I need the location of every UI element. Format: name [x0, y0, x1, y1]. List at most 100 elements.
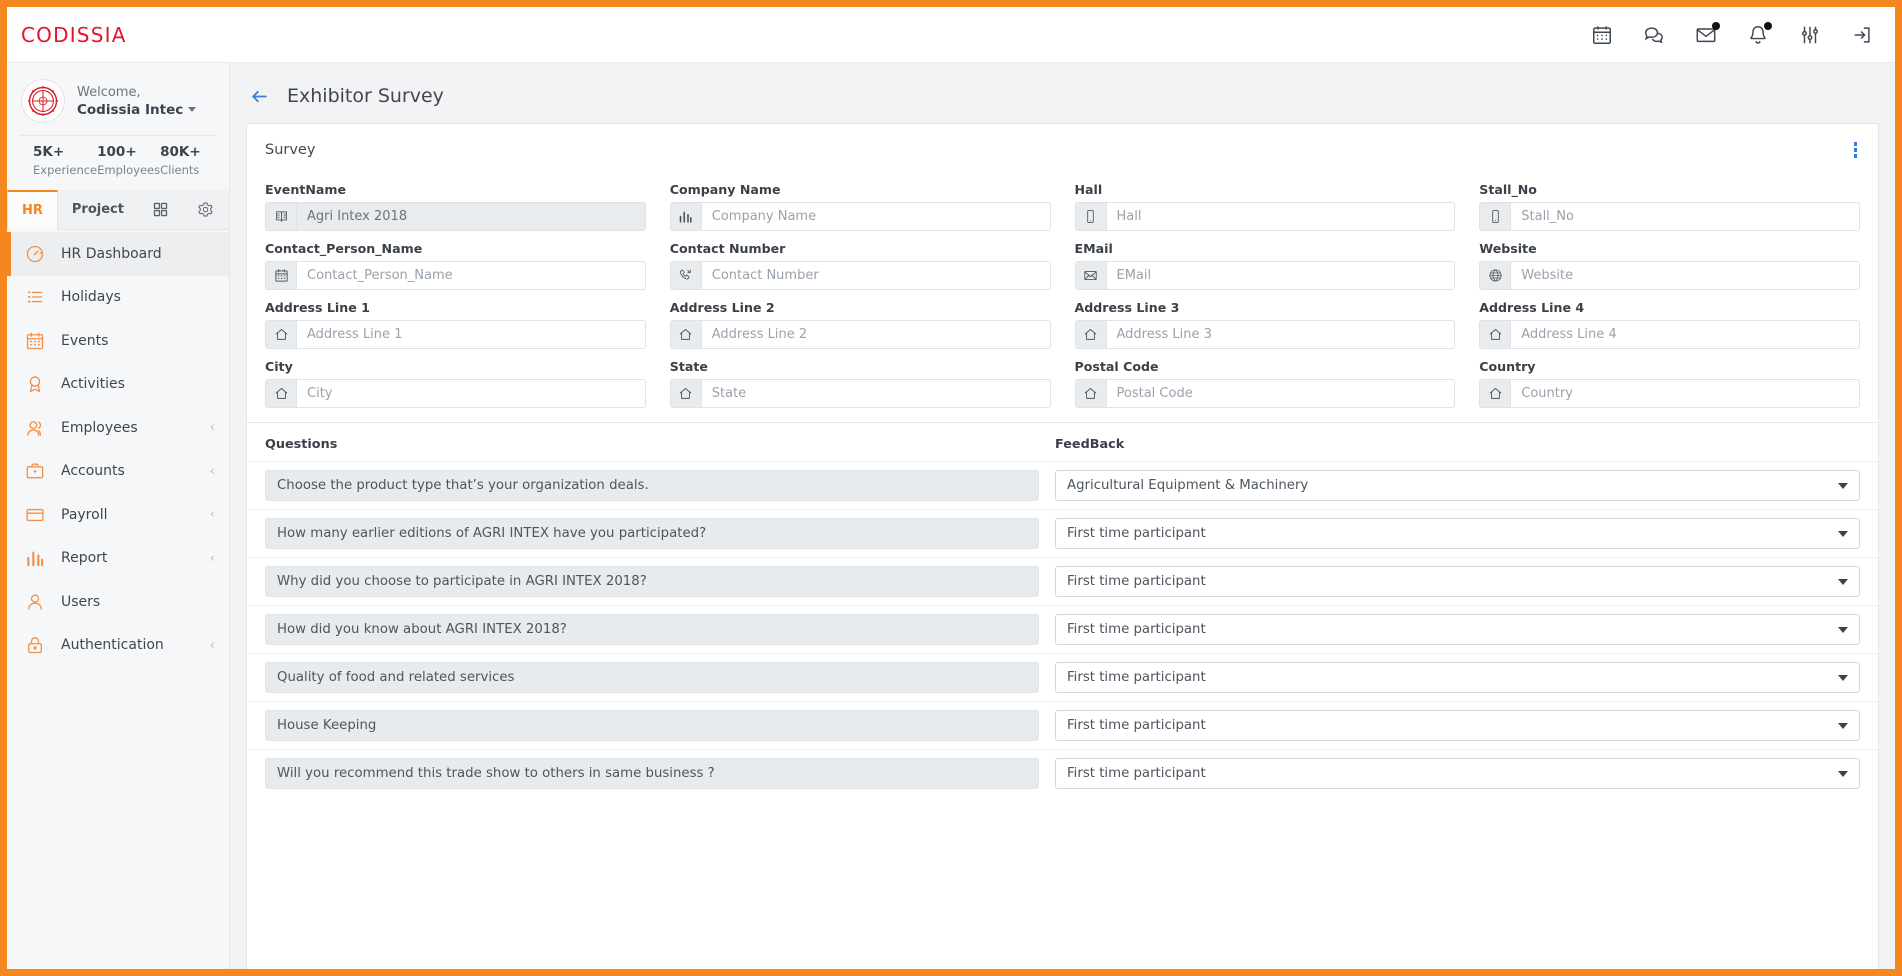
input-group-address-line-2[interactable]	[670, 320, 1051, 349]
home-icon	[266, 380, 297, 407]
input-postal-code[interactable]	[1107, 380, 1455, 407]
input-address-line-2[interactable]	[702, 321, 1050, 348]
feedback-dropdown[interactable]: Agricultural Equipment & Machinery	[1055, 470, 1860, 501]
calendar-icon[interactable]	[1591, 24, 1613, 46]
calendar-icon	[25, 331, 45, 351]
input-group-stall-no[interactable]	[1479, 202, 1860, 231]
grid-icon-glyph	[152, 201, 169, 218]
survey-rows: Choose the product type that’s your orga…	[247, 461, 1878, 797]
tab-project[interactable]: Project	[58, 190, 138, 229]
input-address-line-1[interactable]	[297, 321, 645, 348]
user-name-wrap[interactable]: Codissia Intec	[77, 101, 196, 119]
feedback-dropdown[interactable]: First time participant	[1055, 518, 1860, 549]
sidebar-item-users[interactable]: Users	[7, 580, 229, 624]
input-group-city[interactable]	[265, 379, 646, 408]
chevron-right-icon: ‹	[210, 551, 215, 566]
input-state[interactable]	[702, 380, 1050, 407]
input-group-address-line-1[interactable]	[265, 320, 646, 349]
mail-icon[interactable]	[1695, 24, 1717, 46]
feedback-dropdown[interactable]: First time participant	[1055, 758, 1860, 789]
mail-badge	[1712, 22, 1720, 30]
input-address-line-3[interactable]	[1107, 321, 1455, 348]
field-stall-no: Stall_No	[1479, 182, 1860, 241]
sidebar-item-hr-dashboard[interactable]: HR Dashboard	[7, 232, 229, 276]
input-contact-number[interactable]	[702, 262, 1050, 289]
input-country[interactable]	[1511, 380, 1859, 407]
chevron-down-icon	[1838, 771, 1848, 777]
input-group-website[interactable]	[1479, 261, 1860, 290]
input-city[interactable]	[297, 380, 645, 407]
chevron-down-icon	[1838, 675, 1848, 681]
feedback-dropdown[interactable]: First time participant	[1055, 566, 1860, 597]
input-group-email[interactable]	[1075, 261, 1456, 290]
back-arrow-icon[interactable]	[250, 87, 269, 106]
field-contact-number: Contact Number	[670, 241, 1051, 300]
sidebar-item-authentication[interactable]: Authentication‹	[7, 624, 229, 668]
input-website[interactable]	[1511, 262, 1859, 289]
home-icon	[1480, 321, 1511, 348]
feedback-value: First time participant	[1067, 526, 1206, 541]
question-text: How did you know about AGRI INTEX 2018?	[265, 614, 1039, 645]
input-group-contact-person-name[interactable]	[265, 261, 646, 290]
user-profile[interactable]: Welcome, Codissia Intec	[7, 63, 229, 135]
bell-icon[interactable]	[1747, 24, 1769, 46]
sidebar-item-payroll[interactable]: Payroll‹	[7, 493, 229, 537]
sidebar-item-employees[interactable]: Employees‹	[7, 406, 229, 450]
field-label: Contact_Person_Name	[265, 241, 646, 256]
card-title: Survey	[265, 142, 315, 158]
logout-icon[interactable]	[1851, 24, 1873, 46]
feedback-dropdown[interactable]: First time participant	[1055, 614, 1860, 645]
grid-icon[interactable]	[138, 190, 183, 229]
sidebar-item-label: Users	[61, 594, 100, 610]
input-address-line-4[interactable]	[1511, 321, 1859, 348]
survey-row: House KeepingFirst time participant	[247, 701, 1878, 749]
calendar-icon	[266, 262, 297, 289]
sliders-icon[interactable]	[1799, 24, 1821, 46]
sidebar-tabs: HR Project	[7, 190, 229, 230]
chat-icon[interactable]	[1643, 24, 1665, 46]
input-group-hall[interactable]	[1075, 202, 1456, 231]
feedback-dropdown[interactable]: First time participant	[1055, 710, 1860, 741]
sidebar-item-accounts[interactable]: Accounts‹	[7, 450, 229, 494]
field-company-name: Company Name	[670, 182, 1051, 241]
input-hall[interactable]	[1107, 203, 1455, 230]
tab-hr[interactable]: HR	[7, 190, 58, 230]
field-address-line-1: Address Line 1	[265, 300, 646, 359]
survey-table-header: Questions FeedBack	[247, 422, 1878, 461]
book-icon	[266, 203, 297, 230]
feedback-value: First time participant	[1067, 766, 1206, 781]
stat-value: 80K+	[160, 142, 217, 162]
input-company-name[interactable]	[702, 203, 1050, 230]
page-header: Exhibitor Survey	[230, 63, 1895, 123]
stat-experience: 5K+Experience	[33, 142, 97, 178]
gear-icon[interactable]	[183, 190, 228, 229]
sidebar-item-activities[interactable]: Activities	[7, 363, 229, 407]
feedback-dropdown[interactable]: First time participant	[1055, 662, 1860, 693]
brand-logo[interactable]: CODISSIA	[7, 23, 127, 47]
input-group-state[interactable]	[670, 379, 1051, 408]
bar-chart-icon	[25, 548, 45, 568]
more-options-icon[interactable]	[1851, 139, 1861, 161]
input-contact-person-name[interactable]	[297, 262, 645, 289]
input-group-address-line-4[interactable]	[1479, 320, 1860, 349]
page-title: Exhibitor Survey	[287, 85, 444, 107]
home-icon	[266, 321, 297, 348]
sidebar-item-holidays[interactable]: Holidays	[7, 276, 229, 320]
input-group-contact-number[interactable]	[670, 261, 1051, 290]
input-group-address-line-3[interactable]	[1075, 320, 1456, 349]
sidebar-item-label: Holidays	[61, 289, 121, 305]
sidebar-item-events[interactable]: Events	[7, 319, 229, 363]
field-label: Website	[1479, 241, 1860, 256]
input-group-postal-code[interactable]	[1075, 379, 1456, 408]
input-email[interactable]	[1107, 262, 1455, 289]
input-eventname[interactable]	[297, 203, 645, 230]
input-group-country[interactable]	[1479, 379, 1860, 408]
tab-label: HR	[22, 203, 43, 218]
sidebar: Welcome, Codissia Intec 5K+Experience100…	[7, 63, 230, 969]
input-stall-no[interactable]	[1511, 203, 1859, 230]
input-group-company-name[interactable]	[670, 202, 1051, 231]
lock-icon	[25, 635, 45, 655]
home-icon	[1076, 321, 1107, 348]
input-group-eventname[interactable]	[265, 202, 646, 231]
sidebar-item-report[interactable]: Report‹	[7, 537, 229, 581]
